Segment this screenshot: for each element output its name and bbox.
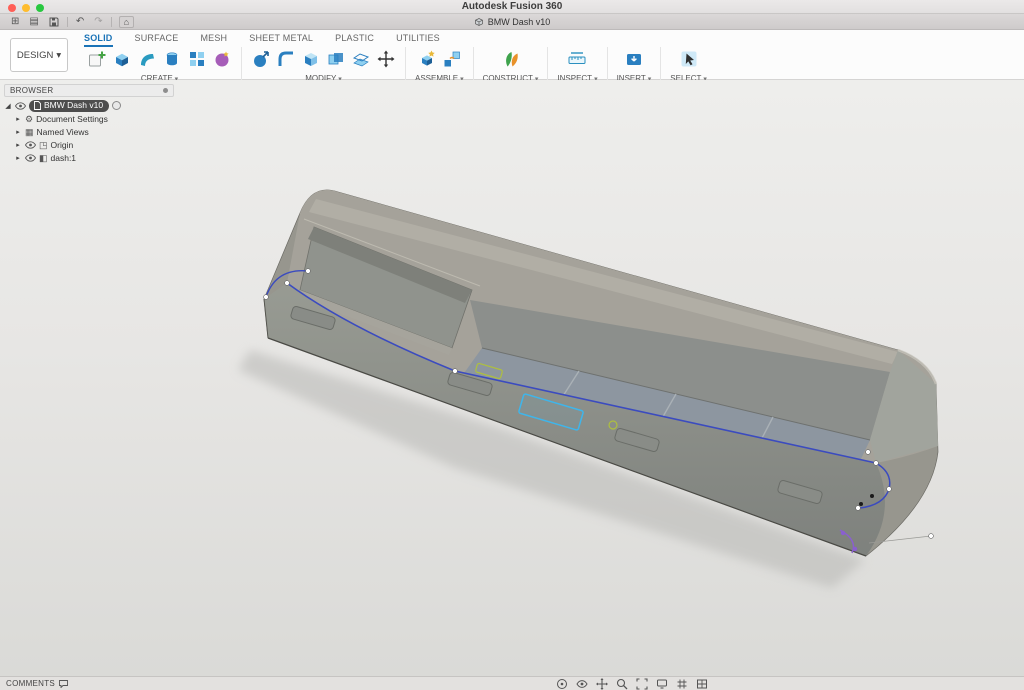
divider xyxy=(111,17,112,27)
quick-access-bar: ⊞ ▤ ↶ ↷ ⌂ BMW Dash v10 xyxy=(0,14,1024,30)
browser-item-origin[interactable]: ▸ ◳ Origin xyxy=(4,138,174,151)
group-assemble: ASSEMBLE ▾ xyxy=(408,47,471,83)
ribbon-tab-strip: SOLID SURFACE MESH SHEET METAL PLASTIC U… xyxy=(84,33,440,47)
document-tab[interactable]: BMW Dash v10 xyxy=(0,14,1024,30)
dashboard-model[interactable] xyxy=(0,80,1024,676)
document-tab-label: BMW Dash v10 xyxy=(488,17,551,27)
orbit-icon[interactable] xyxy=(556,678,568,690)
display-settings-icon[interactable] xyxy=(656,678,668,690)
eye-icon[interactable] xyxy=(25,154,36,162)
root-document-label: BMW Dash v10 xyxy=(44,100,103,110)
browser-item-named-views[interactable]: ▸ ▦ Named Views xyxy=(4,125,174,138)
redo-icon[interactable]: ↷ xyxy=(89,14,107,30)
workspace-label: DESIGN xyxy=(17,50,53,61)
ribbon-toolbar: DESIGN ▾ SOLID SURFACE MESH SHEET METAL … xyxy=(0,30,1024,80)
caret-right-icon[interactable]: ▸ xyxy=(14,154,22,162)
joint-button[interactable] xyxy=(442,49,462,69)
browser-item-label: Document Settings xyxy=(36,114,108,124)
view-navigation-bar xyxy=(556,678,708,690)
fit-icon[interactable] xyxy=(636,678,648,690)
tab-mesh[interactable]: MESH xyxy=(200,33,227,47)
root-document-pill[interactable]: BMW Dash v10 xyxy=(29,100,109,112)
component-icon: ◧ xyxy=(39,153,48,163)
status-bar: COMMENTS xyxy=(0,676,1024,690)
group-inspect: INSPECT ▾ xyxy=(550,47,604,83)
browser-item-root[interactable]: ◢ BMW Dash v10 xyxy=(4,99,174,112)
macos-titlebar: Autodesk Fusion 360 xyxy=(0,0,1024,14)
viewports-icon[interactable] xyxy=(696,678,708,690)
app-title: Autodesk Fusion 360 xyxy=(0,1,1024,12)
browser-panel: BROWSER ◢ BMW Dash v10 ▸ ⚙ Document Sett… xyxy=(4,84,174,164)
save-icon[interactable] xyxy=(44,17,64,27)
look-at-icon[interactable] xyxy=(576,678,588,690)
group-insert: INSERT ▾ xyxy=(610,47,659,83)
tab-solid[interactable]: SOLID xyxy=(84,33,113,47)
tab-surface[interactable]: SURFACE xyxy=(135,33,179,47)
caret-right-icon[interactable]: ▸ xyxy=(14,128,22,136)
press-pull-button[interactable] xyxy=(251,49,271,69)
comments-bubble-icon xyxy=(59,680,68,688)
new-component-button[interactable] xyxy=(417,49,437,69)
create-form-button[interactable] xyxy=(212,49,232,69)
comments-label: COMMENTS xyxy=(6,679,55,688)
sweep-button[interactable] xyxy=(137,49,157,69)
caret-right-icon[interactable]: ▸ xyxy=(14,115,22,123)
eye-icon[interactable] xyxy=(25,141,36,149)
browser-tree: ◢ BMW Dash v10 ▸ ⚙ Document Settings ▸ ▦… xyxy=(4,99,174,164)
file-menu-icon[interactable]: ▤ xyxy=(24,14,43,30)
viewport-3d[interactable]: BROWSER ◢ BMW Dash v10 ▸ ⚙ Document Sett… xyxy=(0,80,1024,676)
pan-icon[interactable] xyxy=(596,678,608,690)
browser-item-label: Named Views xyxy=(37,127,89,137)
insert-button[interactable] xyxy=(624,49,644,69)
combine-button[interactable] xyxy=(326,49,346,69)
gear-icon: ⚙ xyxy=(25,114,33,124)
select-button[interactable] xyxy=(679,49,699,69)
group-construct: CONSTRUCT ▾ xyxy=(476,47,546,83)
cube-icon xyxy=(474,17,484,27)
construction-plane-button[interactable] xyxy=(501,49,521,69)
shell-button[interactable] xyxy=(301,49,321,69)
move-button[interactable] xyxy=(376,49,396,69)
fillet-button[interactable] xyxy=(276,49,296,69)
workspace-switcher[interactable]: DESIGN ▾ xyxy=(10,38,68,72)
browser-item-label: dash:1 xyxy=(51,153,77,163)
comments-toggle[interactable]: COMMENTS xyxy=(6,679,68,688)
create-sketch-button[interactable] xyxy=(87,49,107,69)
chevron-down-icon: ▾ xyxy=(56,50,61,61)
caret-right-icon[interactable]: ▸ xyxy=(14,141,22,149)
group-select: SELECT ▾ xyxy=(663,47,714,83)
origin-icon: ◳ xyxy=(39,140,48,150)
tab-utilities[interactable]: UTILITIES xyxy=(396,33,440,47)
named-views-icon: ▦ xyxy=(25,127,34,137)
browser-header-label: BROWSER xyxy=(10,86,53,95)
pattern-button[interactable] xyxy=(187,49,207,69)
revolve-button[interactable] xyxy=(162,49,182,69)
tab-plastic[interactable]: PLASTIC xyxy=(335,33,374,47)
root-caret-icon[interactable]: ◢ xyxy=(4,102,12,110)
browser-item-dash-component[interactable]: ▸ ◧ dash:1 xyxy=(4,151,174,164)
grid-settings-icon[interactable] xyxy=(676,678,688,690)
radial-menu-icon[interactable] xyxy=(112,101,121,110)
group-create: CREATE ▾ xyxy=(80,47,239,83)
browser-header-menu-icon[interactable] xyxy=(163,88,168,93)
divider xyxy=(67,17,68,27)
app-grid-icon[interactable]: ⊞ xyxy=(6,14,24,30)
eye-icon[interactable] xyxy=(15,102,26,110)
home-icon[interactable]: ⌂ xyxy=(119,16,134,28)
undo-icon[interactable]: ↶ xyxy=(71,14,89,30)
group-modify: MODIFY ▾ xyxy=(244,47,403,83)
browser-header[interactable]: BROWSER xyxy=(4,84,174,97)
extrude-button[interactable] xyxy=(112,49,132,69)
offset-face-button[interactable] xyxy=(351,49,371,69)
document-icon xyxy=(34,101,41,110)
measure-button[interactable] xyxy=(567,49,587,69)
browser-item-label: Origin xyxy=(51,140,74,150)
browser-item-document-settings[interactable]: ▸ ⚙ Document Settings xyxy=(4,112,174,125)
tab-sheet-metal[interactable]: SHEET METAL xyxy=(249,33,313,47)
zoom-icon[interactable] xyxy=(616,678,628,690)
